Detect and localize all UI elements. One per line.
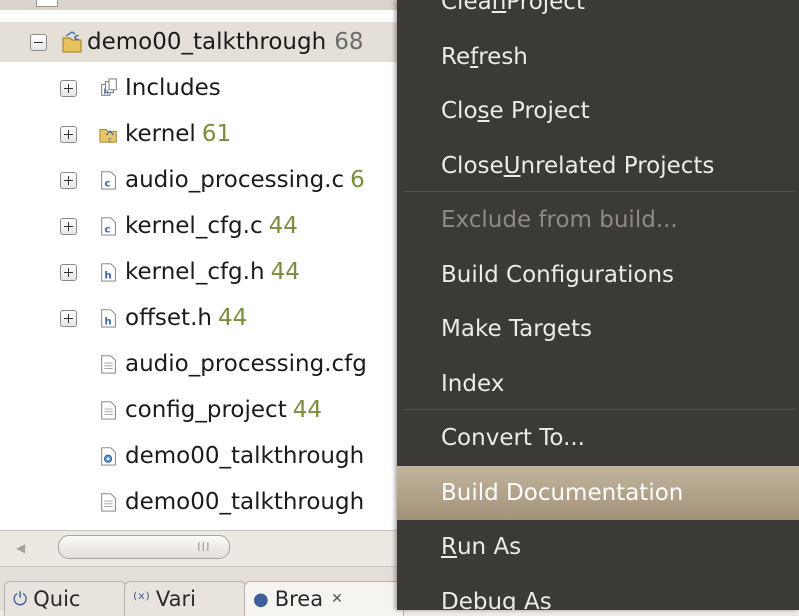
tree-item-count: 44 xyxy=(268,213,298,239)
tree-item-label: audio_processing.c xyxy=(125,167,345,193)
svg-text:h: h xyxy=(104,270,111,281)
header-file-icon: h xyxy=(101,309,116,328)
folder-icon: c xyxy=(99,129,117,144)
tree-top-edge xyxy=(0,0,400,10)
tree-item-count: 44 xyxy=(270,259,300,285)
expand-toggle[interactable] xyxy=(60,125,77,143)
tab-variables[interactable]: ⁽ˣ⁾ Vari xyxy=(124,581,246,616)
includes-icon: h xyxy=(101,78,117,96)
c-project-icon: c xyxy=(62,31,82,53)
tree-item-count: 44 xyxy=(217,305,248,331)
expand-toggle[interactable] xyxy=(60,79,77,97)
tree-item[interactable]: h offset.h 44 xyxy=(0,298,247,338)
menu-item-run-as[interactable]: Run As xyxy=(397,520,799,574)
c-source-file-icon: c xyxy=(101,217,116,236)
tree-root-project[interactable]: c demo00_talkthrough 68 xyxy=(0,22,400,62)
tree-item[interactable]: c kernel_cfg.c 44 xyxy=(0,206,298,246)
tree-item-label: Includes xyxy=(125,75,221,101)
menu-separator xyxy=(403,191,795,192)
tree-item[interactable]: config_project 44 xyxy=(0,390,322,430)
tab-label: Brea xyxy=(274,587,324,611)
collapse-toggle[interactable] xyxy=(30,33,47,51)
expand-toggle[interactable] xyxy=(60,217,77,235)
tree-item[interactable]: c audio_processing.c 6 xyxy=(0,160,365,200)
svg-text:h: h xyxy=(104,316,111,327)
menu-item-build-configurations[interactable]: Build Configurations xyxy=(397,248,799,302)
tree-item-count: 61 xyxy=(201,121,232,147)
menu-item-debug-as[interactable]: Debug As xyxy=(397,575,799,611)
menu-separator xyxy=(403,409,795,410)
file-icon xyxy=(101,401,116,420)
svg-text:c: c xyxy=(108,135,112,144)
tab-label: Quic xyxy=(33,587,81,611)
tree-root-label: demo00_talkthrough xyxy=(87,29,327,55)
scroll-left-arrow-icon[interactable]: ◀ xyxy=(16,541,25,555)
tab-label: Vari xyxy=(155,587,196,611)
project-explorer-tree: c demo00_talkthrough 68 h Includes c kernel… xyxy=(0,0,400,532)
tree-item-label: kernel xyxy=(125,121,196,147)
tree-item-count: 6 xyxy=(350,167,365,193)
c-source-file-icon: c xyxy=(101,171,116,190)
menu-item-build-documentation[interactable]: Build Documentation xyxy=(397,465,799,520)
tree-item-label: offset.h xyxy=(125,305,212,331)
breakpoints-icon: ● xyxy=(253,588,269,610)
expand-toggle[interactable] xyxy=(60,309,77,327)
menu-item-make-targets[interactable]: Make Targets xyxy=(397,302,799,356)
tree-item-label: demo00_talkthrough xyxy=(125,443,365,469)
tree-item[interactable]: demo00_talkthrough xyxy=(0,436,364,476)
tree-item[interactable]: demo00_talkthrough xyxy=(0,482,364,522)
file-icon xyxy=(101,355,116,374)
menu-item-exclude-from-build: Exclude from build... xyxy=(441,207,678,233)
file-icon xyxy=(101,493,116,512)
scrollbar-thumb[interactable]: III xyxy=(58,535,230,559)
tree-item-label: demo00_talkthrough xyxy=(125,489,365,515)
expand-toggle[interactable] xyxy=(60,263,77,281)
menu-item-convert-to[interactable]: Convert To... xyxy=(397,411,799,465)
menu-item-close-project[interactable]: Clo s e Project xyxy=(397,84,799,138)
tree-item[interactable]: h kernel_cfg.h 44 xyxy=(0,252,300,292)
menu-item-clean-project[interactable]: Clea n Project xyxy=(397,0,799,29)
header-file-icon: h xyxy=(101,263,116,282)
svg-text:c: c xyxy=(74,33,79,43)
tab-breakpoints[interactable]: ● Brea ✕ xyxy=(244,581,404,616)
tree-item[interactable]: audio_processing.cfg xyxy=(0,344,367,384)
expand-toggle[interactable] xyxy=(60,171,77,189)
tree-item[interactable]: h Includes xyxy=(0,68,221,108)
quick-access-icon: ⏻ xyxy=(13,588,28,610)
svg-text:c: c xyxy=(104,224,110,235)
tree-item-label: kernel_cfg.c xyxy=(125,213,263,239)
tree-item[interactable]: c kernel 61 xyxy=(0,114,231,154)
variables-icon: ⁽ˣ⁾ xyxy=(133,588,150,610)
bottom-view-tabs: ⏻ Quic ⁽ˣ⁾ Vari ● Brea ✕ xyxy=(0,566,404,616)
menu-item-refresh[interactable]: Re f resh xyxy=(397,30,799,84)
tree-item-count: 44 xyxy=(292,397,322,423)
context-menu: Clea n Project Re f resh Clo s e Project Close U… xyxy=(397,0,799,610)
horizontal-scrollbar[interactable]: ◀ III xyxy=(0,530,400,565)
menu-item-index[interactable]: Index xyxy=(397,357,799,411)
config-file-icon xyxy=(101,447,116,466)
tab-quick-access[interactable]: ⏻ Quic xyxy=(4,581,126,616)
tree-item-label: config_project xyxy=(125,397,287,423)
svg-text:c: c xyxy=(104,178,110,189)
tree-item-label: audio_processing.cfg xyxy=(125,351,367,377)
close-tab-icon[interactable]: ✕ xyxy=(331,591,343,607)
tree-item-label: kernel_cfg.h xyxy=(125,259,265,285)
svg-text:h: h xyxy=(104,86,109,96)
tree-root-count: 68 xyxy=(334,29,364,55)
menu-item-close-unrelated-projects[interactable]: Close Unrelated Projects xyxy=(397,139,799,193)
scrollbar-grip: III xyxy=(197,540,211,554)
